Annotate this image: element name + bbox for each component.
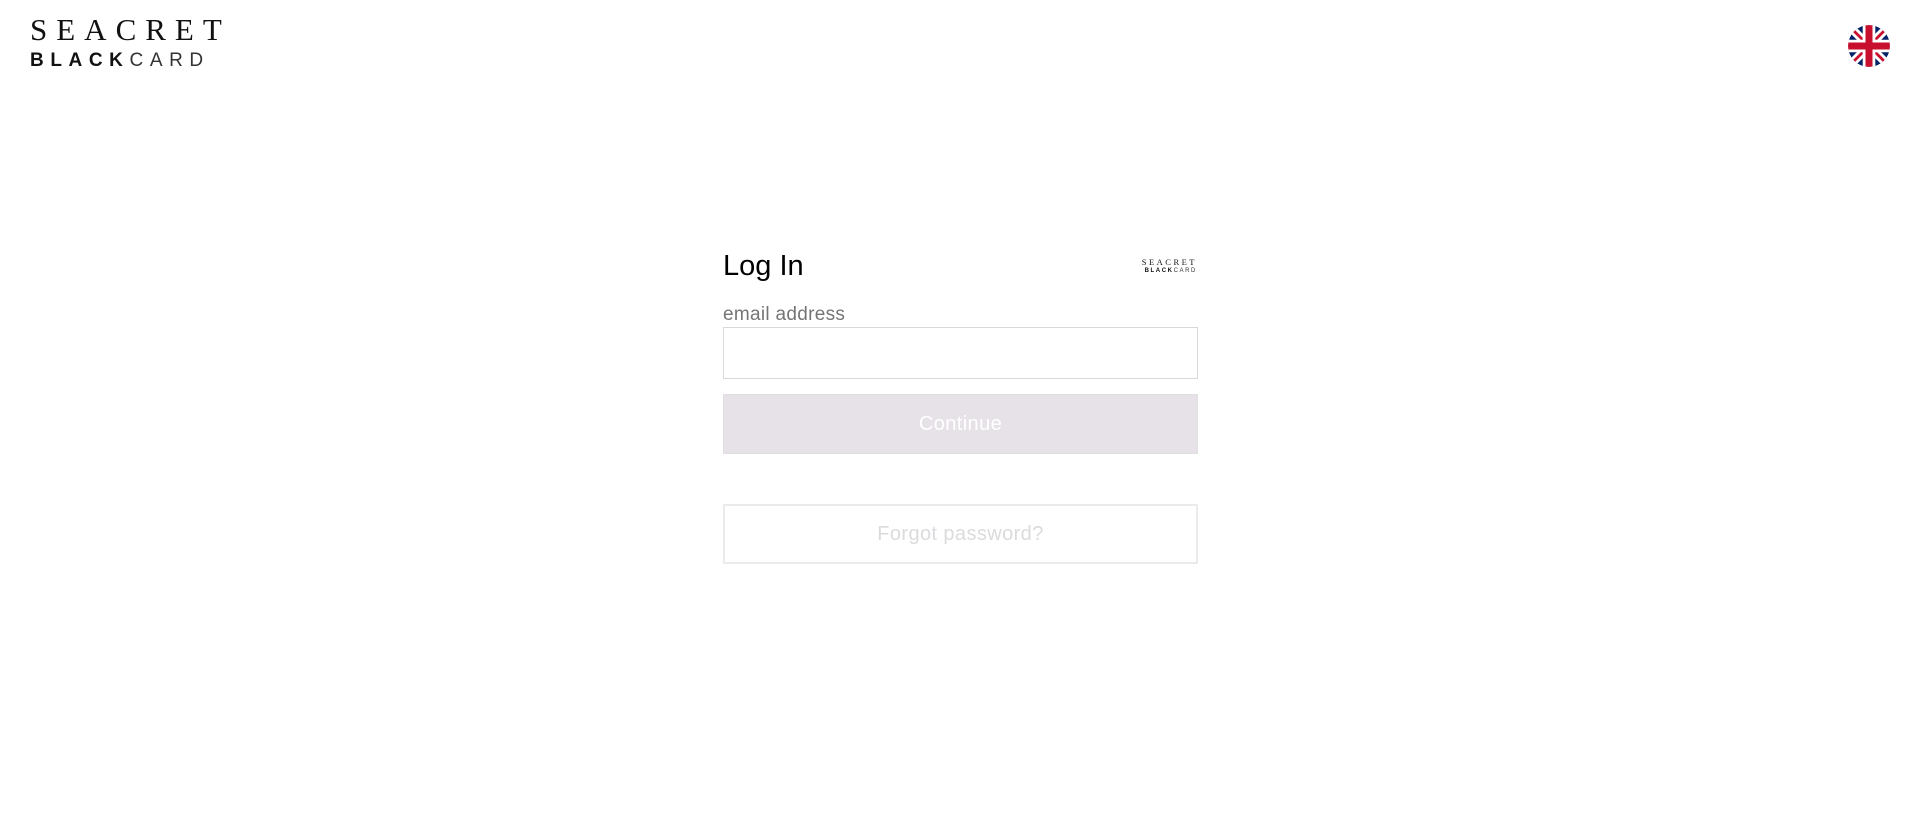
mini-logo-black-text: BLACK (1144, 267, 1174, 274)
mini-logo-top: SEACRET (1141, 257, 1197, 268)
language-selector-button[interactable] (1848, 25, 1890, 67)
logo-wordmark-bottom: BLACKCARD (30, 51, 231, 70)
logo-wordmark-top: SEACRET (30, 12, 231, 47)
mini-logo-card-text: CARD (1173, 267, 1197, 274)
logo-card-text: CARD (129, 50, 210, 71)
login-page: SEACRET BLACKCARD Log In SEACRET BLACKCA… (0, 0, 1920, 814)
seacret-blackcard-logo[interactable]: SEACRET BLACKCARD (30, 14, 231, 70)
uk-flag-icon (1848, 25, 1890, 67)
continue-button[interactable]: Continue (723, 394, 1198, 454)
mini-logo: SEACRET BLACKCARD (1142, 258, 1197, 274)
forgot-password-button[interactable]: Forgot password? (723, 504, 1198, 564)
logo-black-text: BLACK (30, 50, 130, 71)
page-title: Log In (723, 249, 804, 282)
login-header: Log In SEACRET BLACKCARD (723, 248, 1198, 284)
email-label: email address (723, 304, 846, 325)
login-form: Log In SEACRET BLACKCARD email address C… (723, 248, 1198, 564)
email-field[interactable] (723, 327, 1198, 379)
mini-logo-bottom: BLACKCARD (1142, 268, 1197, 274)
